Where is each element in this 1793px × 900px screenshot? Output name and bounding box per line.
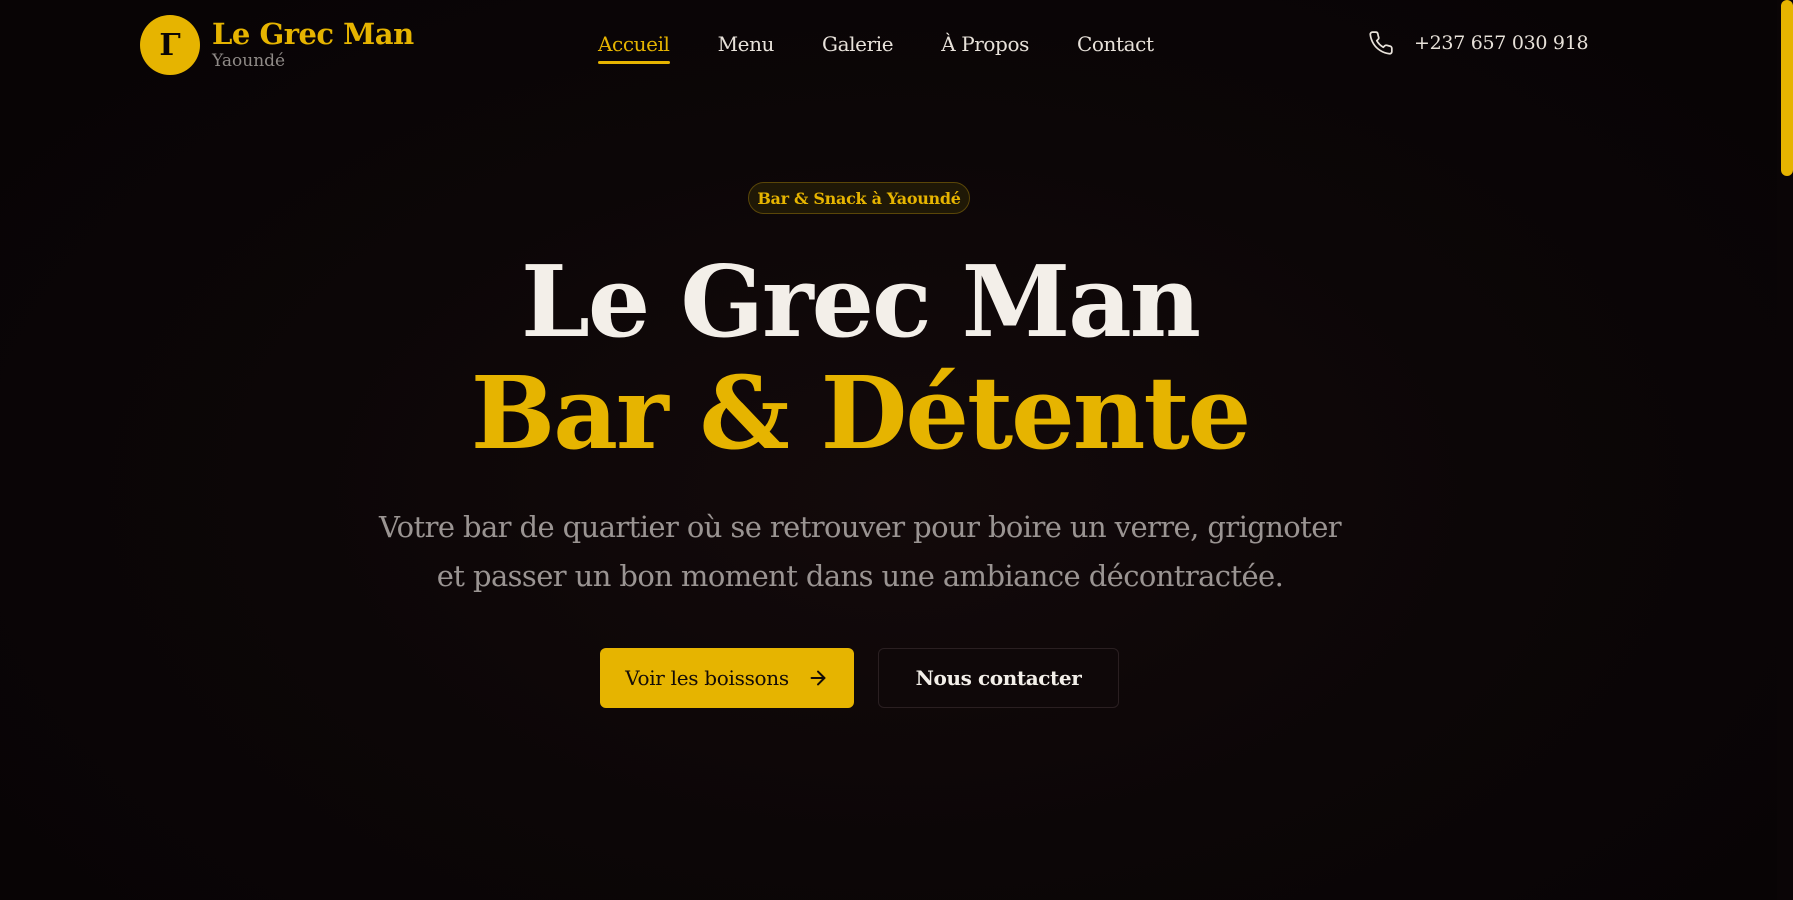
logo-badge: Γ (140, 15, 200, 75)
nav-item-a-propos[interactable]: À Propos (941, 32, 1029, 56)
nav-item-galerie[interactable]: Galerie (822, 32, 894, 56)
nav-item-accueil[interactable]: Accueil (598, 32, 670, 64)
hero-badge: Bar & Snack à Yaoundé (748, 182, 970, 214)
logo-letter: Γ (159, 27, 181, 63)
site-header: Γ Le Grec Man Yaoundé Accueil Menu Galer… (0, 0, 1777, 92)
nav-item-contact[interactable]: Contact (1077, 32, 1154, 56)
hero-title-line1: Le Grec Man (520, 245, 1201, 360)
hero-section: Bar & Snack à Yaoundé Le Grec Man Bar & … (0, 0, 1777, 900)
logo-link[interactable]: Γ Le Grec Man Yaoundé (140, 15, 414, 75)
view-drinks-button[interactable]: Voir les boissons (600, 648, 854, 708)
brand-city: Yaoundé (212, 51, 286, 71)
nav-item-menu[interactable]: Menu (718, 32, 775, 56)
main-nav: Accueil Menu Galerie À Propos Contact (598, 32, 1154, 64)
contact-us-button[interactable]: Nous contacter (878, 648, 1119, 708)
hero-description: Votre bar de quartier où se retrouver po… (378, 510, 1342, 593)
hero-title-line2: Bar & Détente (470, 354, 1252, 472)
phone-link[interactable]: +237 657 030 918 (1368, 30, 1589, 56)
contact-us-label: Nous contacter (915, 666, 1082, 690)
view-drinks-label: Voir les boissons (625, 666, 789, 690)
brand-name: Le Grec Man (212, 17, 414, 51)
arrow-right-icon (807, 667, 829, 689)
scrollbar-thumb[interactable] (1781, 0, 1793, 176)
phone-number: +237 657 030 918 (1414, 32, 1589, 54)
phone-icon (1368, 30, 1394, 56)
logo-text: Le Grec Man Yaoundé (212, 20, 414, 70)
